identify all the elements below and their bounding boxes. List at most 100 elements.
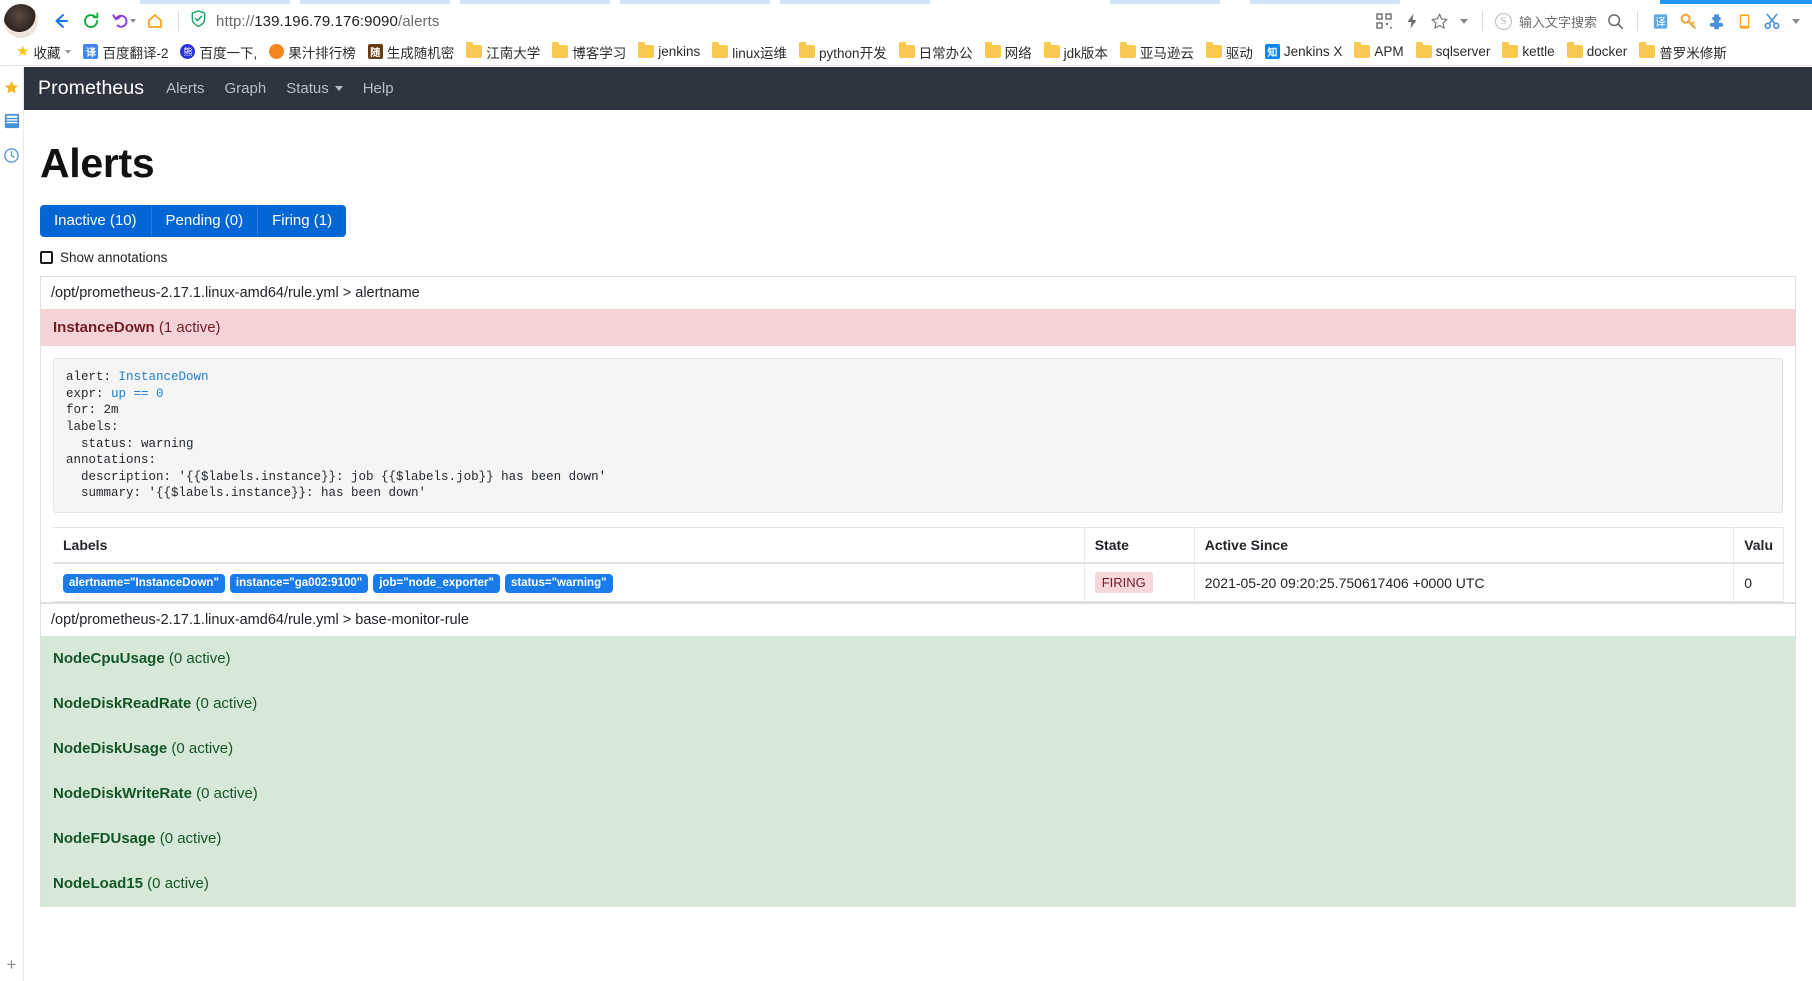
bookmark-item[interactable]: 普罗米修斯 <box>1633 40 1733 64</box>
bookmark-item[interactable]: 译百度翻译-2 <box>77 40 174 64</box>
alert-group-body: NodeCpuUsage (0 active) NodeDiskReadRate … <box>40 636 1796 907</box>
rail-bookmark-star-icon[interactable] <box>2 75 22 99</box>
label-badge[interactable]: instance="ga002:9100" <box>229 573 369 593</box>
tab-strip <box>0 0 1812 4</box>
bookmark-item[interactable]: sqlserver <box>1410 40 1497 64</box>
bookmark-item[interactable]: 熊百度一下, <box>174 40 263 64</box>
bookmark-item[interactable]: jenkins <box>632 40 706 64</box>
security-shield-icon[interactable] <box>189 9 208 33</box>
mobile-device-icon[interactable] <box>1730 7 1758 35</box>
folder-icon <box>1205 42 1222 58</box>
status-badge: FIRING <box>1094 572 1153 593</box>
sidebar-rail: + <box>0 67 24 981</box>
bookmark-item[interactable]: 知 Jenkins X <box>1259 40 1349 64</box>
nav-link-status-label: Status <box>286 80 329 97</box>
translate-icon[interactable]: 译 <box>1646 7 1674 35</box>
rail-add-icon[interactable]: + <box>0 955 23 975</box>
back-arrow-icon[interactable] <box>46 6 76 36</box>
bookmark-item[interactable]: 随生成随机密 <box>362 40 461 64</box>
alert-rule-name: NodeDiskUsage <box>53 740 168 757</box>
browser-tab-active[interactable] <box>1660 0 1812 4</box>
prometheus-page: Prometheus Alerts Graph Status Help Aler… <box>24 67 1812 981</box>
bookmark-label: APM <box>1374 44 1404 59</box>
bookmark-item[interactable]: 日常办公 <box>893 40 979 64</box>
alert-rule-header[interactable]: NodeDiskUsage (0 active) <box>41 726 1795 771</box>
bookmark-label: docker <box>1586 44 1628 59</box>
nav-link-alerts[interactable]: Alerts <box>166 80 204 97</box>
bookmark-item[interactable]: kettle <box>1496 40 1560 64</box>
bookmark-label: 驱动 <box>1225 45 1253 61</box>
alert-rule-header[interactable]: NodeFDUsage (0 active) <box>41 816 1795 861</box>
bookmark-item[interactable]: 果汁排行榜 <box>263 40 362 64</box>
alert-instances-table: Labels State Active Since Valu alertname="In… <box>53 527 1784 602</box>
bookmark-item[interactable]: 亚马逊云 <box>1114 40 1200 64</box>
show-annotations-checkbox[interactable] <box>40 251 53 264</box>
bookmark-item[interactable]: ★ 收藏 <box>10 40 77 64</box>
alert-rule-header[interactable]: InstanceDown (1 active) <box>41 309 1795 346</box>
bookmark-item[interactable]: docker <box>1561 40 1634 64</box>
alert-rule-header[interactable]: NodeLoad15 (0 active) <box>41 861 1795 906</box>
value-cell: 0 <box>1733 563 1784 602</box>
nav-link-help[interactable]: Help <box>363 80 394 97</box>
browser-tab-2[interactable] <box>300 0 450 4</box>
address-bar[interactable]: http://139.196.79.176:9090/alerts <box>187 6 1370 36</box>
bookmark-label: linux运维 <box>732 45 788 61</box>
labels-cell: alertname="InstanceDown" instance="ga002:… <box>53 563 1085 602</box>
nav-link-graph[interactable]: Graph <box>224 80 266 97</box>
alert-group-header[interactable]: /opt/prometheus-2.17.1.linux-amd64/rule.… <box>40 603 1796 636</box>
rail-history-clock-icon[interactable] <box>2 143 22 167</box>
brand-prometheus[interactable]: Prometheus <box>38 77 144 100</box>
alert-rule-name: NodeCpuUsage <box>53 650 165 667</box>
star-dropdown-caret[interactable] <box>1459 18 1468 24</box>
scissors-icon[interactable] <box>1758 7 1786 35</box>
star-icon[interactable] <box>1426 7 1454 35</box>
avatar[interactable] <box>4 4 38 38</box>
bookmark-label: Jenkins X <box>1283 44 1343 59</box>
folder-icon <box>638 42 655 58</box>
bookmark-item[interactable]: 网络 <box>979 40 1038 64</box>
reload-icon[interactable] <box>76 6 106 36</box>
chevron-down-icon[interactable] <box>65 49 72 54</box>
lightning-icon[interactable] <box>1398 7 1426 35</box>
rail-apps-icon[interactable] <box>2 109 22 133</box>
bookmark-item[interactable]: jdk版本 <box>1038 40 1114 64</box>
bookmark-label: 果汁排行榜 <box>288 45 356 61</box>
tab-pending[interactable]: Pending (0) <box>151 205 259 237</box>
browser-tab-5[interactable] <box>780 0 930 4</box>
bookmark-item[interactable]: 驱动 <box>1200 40 1259 64</box>
label-badge[interactable]: alertname="InstanceDown" <box>63 573 225 593</box>
alert-rule-header[interactable]: NodeDiskWriteRate (0 active) <box>41 771 1795 816</box>
bookmark-item[interactable]: 江南大学 <box>460 40 546 64</box>
tab-firing[interactable]: Firing (1) <box>258 205 347 237</box>
home-icon[interactable] <box>140 6 170 36</box>
alert-rule-count: (0 active) <box>167 740 234 757</box>
browser-tab-3[interactable] <box>460 0 610 4</box>
show-annotations-row: Show annotations <box>40 250 1796 265</box>
browser-tab-4[interactable] <box>620 0 770 4</box>
label-badge[interactable]: job="node_exporter" <box>373 573 500 593</box>
label-badge[interactable]: status="warning" <box>504 573 613 593</box>
table-column-header: Active Since <box>1194 527 1735 564</box>
tab-inactive[interactable]: Inactive (10) <box>40 205 152 237</box>
browser-tab-6[interactable] <box>1110 0 1220 4</box>
qrcode-icon[interactable] <box>1370 7 1398 35</box>
bookmark-label: 亚马逊云 <box>1139 45 1194 61</box>
alert-rule-header[interactable]: NodeCpuUsage (0 active) <box>41 636 1795 681</box>
bookmark-item[interactable]: linux运维 <box>706 40 793 64</box>
alert-rule-name: InstanceDown <box>53 319 155 336</box>
bookmark-label: python开发 <box>819 45 887 61</box>
browser-tab-7[interactable] <box>1250 0 1400 4</box>
alert-rule-body: alert: InstanceDown expr: up == 0 for: 2… <box>41 346 1795 602</box>
search-input[interactable]: S 输入文字搜索 <box>1491 8 1601 34</box>
bookmark-item[interactable]: python开发 <box>793 40 893 64</box>
puzzle-extension-icon[interactable] <box>1702 7 1730 35</box>
key-icon[interactable] <box>1674 7 1702 35</box>
bookmark-item[interactable]: APM <box>1348 40 1409 64</box>
toolbar-overflow-caret[interactable] <box>1792 18 1800 24</box>
alert-group-header[interactable]: /opt/prometheus-2.17.1.linux-amd64/rule.… <box>40 276 1796 309</box>
bookmark-item[interactable]: 博客学习 <box>546 40 632 64</box>
search-icon[interactable] <box>1601 7 1629 35</box>
alert-rule-header[interactable]: NodeDiskReadRate (0 active) <box>41 681 1795 726</box>
nav-link-status[interactable]: Status <box>286 80 343 97</box>
browser-tab-1[interactable] <box>140 0 290 4</box>
